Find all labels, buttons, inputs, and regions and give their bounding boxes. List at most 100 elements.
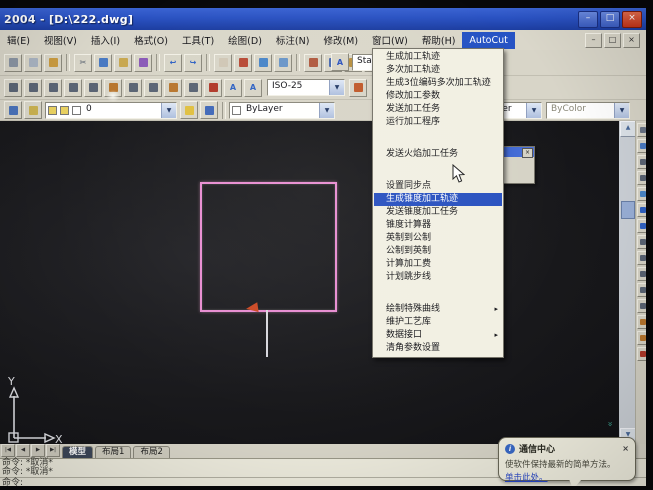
dim-continue-icon[interactable] [144, 79, 162, 97]
quick-dimension-icon[interactable] [104, 79, 122, 97]
zoom-realtime-icon[interactable] [234, 54, 252, 72]
break-icon[interactable] [637, 299, 646, 313]
pan-realtime-icon[interactable] [214, 54, 232, 72]
zoom-previous-icon[interactable] [274, 54, 292, 72]
menuitem-multipass-toolpath[interactable]: 多次加工轨迹 [374, 64, 502, 77]
trim-icon[interactable] [637, 267, 646, 281]
zoom-window-icon[interactable] [254, 54, 272, 72]
publish-icon[interactable] [44, 54, 62, 72]
menuitem-send-machining-job[interactable]: 发送加工任务 [374, 103, 502, 116]
menuitem-taper-calculator[interactable]: 锥度计算器 [374, 219, 502, 232]
menu-dimension[interactable]: 标注(N) [269, 30, 317, 50]
copy-object-icon[interactable] [637, 139, 646, 153]
menuitem-send-flame-job[interactable]: 发送火焰加工任务 [374, 148, 502, 161]
menuitem-set-sync-point[interactable]: 设置同步点 [374, 180, 502, 193]
menu-insert[interactable]: 插入(I) [84, 30, 127, 50]
paste-icon[interactable] [114, 54, 132, 72]
dim-aligned-icon[interactable] [24, 79, 42, 97]
chevron-down-icon[interactable]: ▼ [161, 103, 176, 118]
dim-baseline-icon[interactable] [124, 79, 142, 97]
text-style-manager-icon[interactable]: A [331, 53, 349, 71]
tab-prev-button[interactable]: ◀ [16, 444, 30, 457]
tab-next-button[interactable]: ▶ [31, 444, 45, 457]
menuitem-plan-jump-line[interactable]: 计划跳步线 [374, 271, 502, 284]
dim-text-edit-icon[interactable]: A [244, 79, 262, 97]
close-icon[interactable]: × [522, 148, 533, 158]
tab-last-button[interactable]: ▶| [46, 444, 60, 457]
layers-icon[interactable] [24, 101, 42, 119]
balloon-link[interactable]: 单击此处。 [505, 471, 629, 483]
move-icon[interactable] [637, 203, 646, 217]
menu-draw[interactable]: 绘图(D) [221, 30, 269, 50]
balloon-close-icon[interactable]: × [622, 444, 629, 453]
vertical-scrollbar[interactable]: ▲ ▼ [619, 121, 635, 444]
scrollbar-thumb[interactable] [621, 201, 635, 219]
print-icon[interactable] [4, 54, 22, 72]
plot-style-combo[interactable]: ByColor ▼ [546, 102, 630, 119]
menuitem-generate-toolpath[interactable]: 生成加工轨迹 [374, 51, 502, 64]
mdi-minimize-button[interactable]: – [585, 33, 602, 48]
menuitem-metric-to-imperial[interactable]: 公制到英制 [374, 245, 502, 258]
mirror-icon[interactable] [637, 155, 646, 169]
chevron-down-icon[interactable]: ▼ [319, 103, 334, 118]
cut-icon[interactable]: ✂ [74, 54, 92, 72]
dim-angular-icon[interactable] [84, 79, 102, 97]
quick-leader-icon[interactable] [164, 79, 182, 97]
layer-properties-icon[interactable] [4, 101, 22, 119]
close-button[interactable]: × [622, 11, 642, 28]
color-combo[interactable]: ByLayer ▼ [229, 102, 335, 119]
tab-first-button[interactable]: |◀ [1, 444, 15, 457]
tolerance-icon[interactable] [184, 79, 202, 97]
drawn-rectangle[interactable] [200, 182, 337, 312]
menuitem-run-machining-program[interactable]: 运行加工程序 [374, 116, 502, 129]
chamfer-icon[interactable] [637, 315, 646, 329]
dim-update-icon[interactable] [349, 79, 367, 97]
tab-model[interactable]: 模型 [62, 446, 93, 458]
menu-edit[interactable]: 辑(E) [0, 30, 37, 50]
center-mark-icon[interactable] [204, 79, 222, 97]
minimize-button[interactable]: – [578, 11, 598, 28]
chevron-down-icon[interactable]: ▼ [526, 103, 541, 118]
match-properties-icon[interactable] [134, 54, 152, 72]
make-object-layer-current-icon[interactable] [180, 101, 198, 119]
chevron-down-icon[interactable]: ▼ [329, 80, 344, 95]
menu-window[interactable]: 窗口(W) [365, 30, 415, 50]
restore-button[interactable]: □ [600, 11, 620, 28]
copy-icon[interactable] [94, 54, 112, 72]
menu-view[interactable]: 视图(V) [37, 30, 84, 50]
stretch-icon[interactable] [637, 251, 646, 265]
menuitem-corner-cleanup-params[interactable]: 清角参数设置 [374, 342, 502, 355]
layer-previous-icon[interactable] [200, 101, 218, 119]
tab-layout2[interactable]: 布局2 [133, 446, 169, 458]
tray-chevron-icon[interactable]: » [604, 418, 616, 431]
menuitem-3digit-multipass-toolpath[interactable]: 生成3位编码多次加工轨迹 [374, 77, 502, 90]
extend-icon[interactable] [637, 283, 646, 297]
menu-autocut[interactable]: AutoCut [462, 32, 514, 49]
menuitem-draw-special-curves[interactable]: 绘制特殊曲线 [374, 303, 502, 316]
menuitem-generate-taper-toolpath[interactable]: 生成锥度加工轨迹 [374, 193, 502, 206]
scroll-up-button[interactable]: ▲ [620, 121, 636, 137]
dim-edit-icon[interactable]: A [224, 79, 242, 97]
menu-tools[interactable]: 工具(T) [175, 30, 221, 50]
mdi-restore-button[interactable]: □ [604, 33, 621, 48]
undo-icon[interactable]: ↩ [164, 54, 182, 72]
menu-modify[interactable]: 修改(M) [316, 30, 365, 50]
mdi-close-button[interactable]: × [623, 33, 640, 48]
menuitem-calculate-cost[interactable]: 计算加工费 [374, 258, 502, 271]
chevron-down-icon[interactable]: ▼ [614, 103, 629, 118]
menu-help[interactable]: 帮助(H) [415, 30, 463, 50]
redo-icon[interactable]: ↪ [184, 54, 202, 72]
dim-ordinate-icon[interactable] [44, 79, 62, 97]
layer-combo[interactable]: 0 ▼ [45, 102, 177, 119]
array-icon[interactable] [637, 187, 646, 201]
menuitem-imperial-to-metric[interactable]: 英制到公制 [374, 232, 502, 245]
dim-radius-icon[interactable] [64, 79, 82, 97]
offset-icon[interactable] [637, 171, 646, 185]
menuitem-send-taper-job[interactable]: 发送锥度加工任务 [374, 206, 502, 219]
rotate-icon[interactable] [637, 219, 646, 233]
dim-style-combo[interactable]: ISO-25 ▼ [267, 79, 345, 96]
dim-linear-icon[interactable] [4, 79, 22, 97]
scale-icon[interactable] [637, 235, 646, 249]
tab-layout1[interactable]: 布局1 [95, 446, 131, 458]
menu-format[interactable]: 格式(O) [127, 30, 175, 50]
